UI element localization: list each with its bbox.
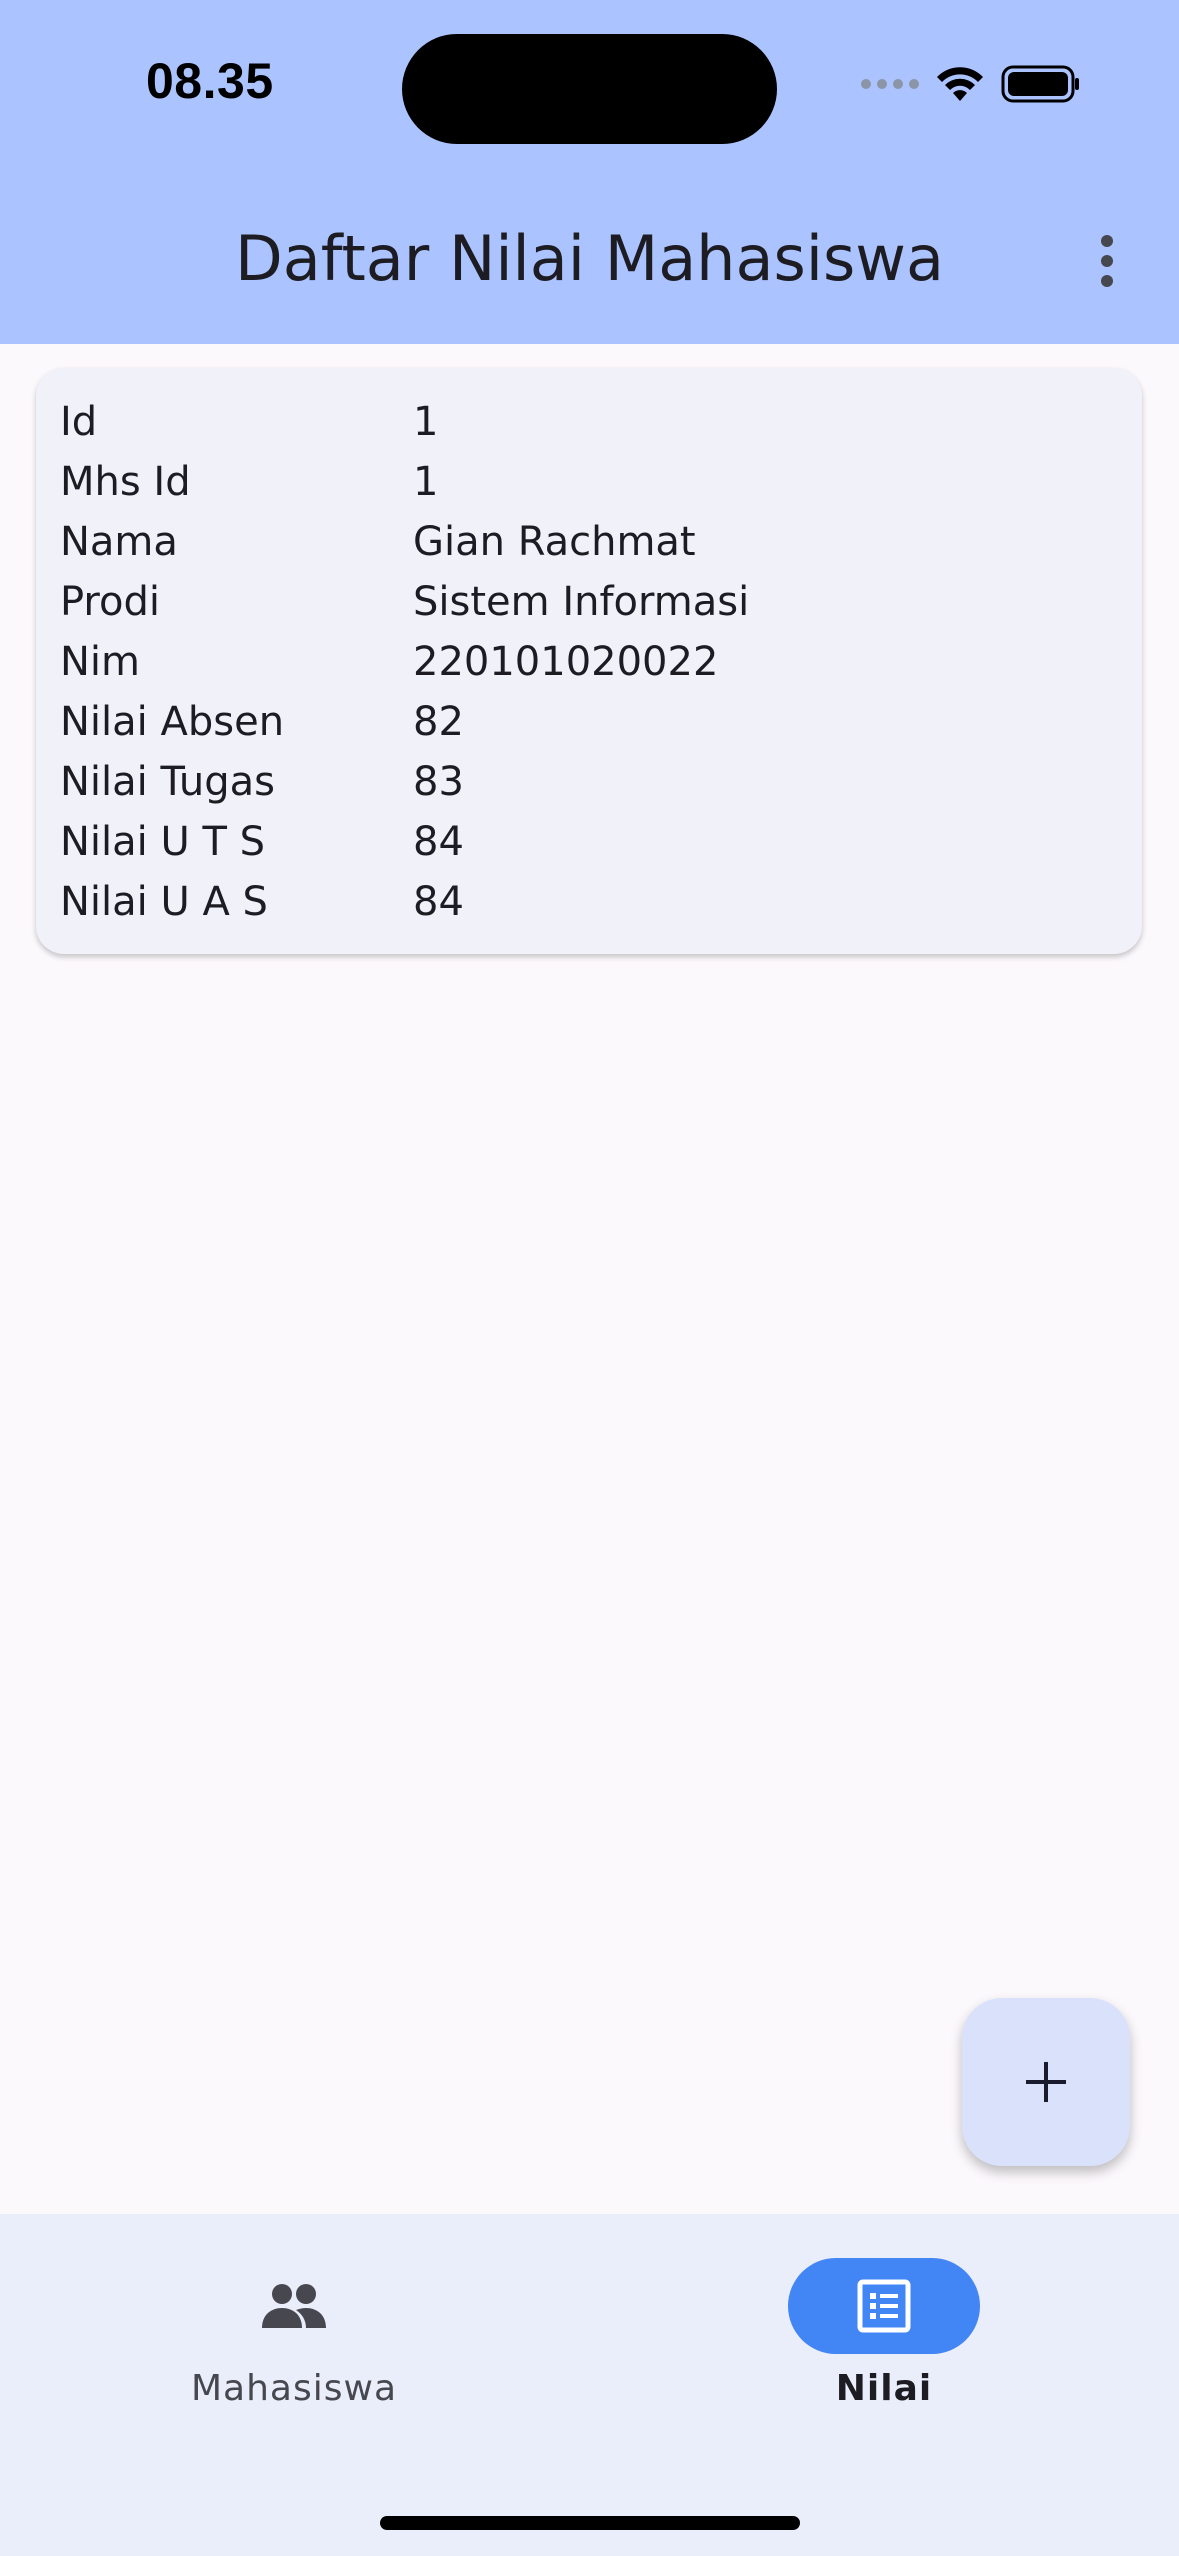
list-alt-icon <box>857 2279 911 2333</box>
row-value: Gian Rachmat <box>413 519 696 565</box>
row-nilai-absen: Nilai Absen 82 <box>60 692 464 752</box>
add-nilai-button[interactable] <box>962 1998 1130 2166</box>
nav-item-nilai[interactable]: Nilai <box>734 2258 1034 2409</box>
row-label: Nilai Tugas <box>60 759 275 805</box>
wifi-icon <box>937 67 983 101</box>
page-title: Daftar Nilai Mahasiswa <box>234 222 945 295</box>
row-label: Id <box>60 399 98 445</box>
row-value: 83 <box>413 759 464 805</box>
app-bar: 08.35 Daftar Nilai Mahasiswa <box>0 0 1179 344</box>
row-nilai-uas: Nilai U A S 84 <box>60 872 464 932</box>
row-value: Sistem Informasi <box>413 579 750 625</box>
row-label: Nim <box>60 639 140 685</box>
nav-pill-active <box>788 2258 980 2354</box>
row-label: Nilai U T S <box>60 819 266 865</box>
status-time: 08.35 <box>146 53 274 109</box>
row-label: Prodi <box>60 579 160 625</box>
nav-pill <box>198 2258 390 2354</box>
row-label: Nama <box>60 519 178 565</box>
home-indicator[interactable] <box>380 2516 800 2530</box>
row-value: 84 <box>413 819 464 865</box>
row-nama: Nama Gian Rachmat <box>60 512 696 572</box>
more-options-button[interactable] <box>1082 226 1132 296</box>
add-icon <box>1026 2062 1066 2102</box>
dynamic-island <box>402 34 777 144</box>
row-mhs-id: Mhs Id 1 <box>60 452 438 512</box>
bottom-navigation: Mahasiswa Nilai <box>0 2214 1179 2556</box>
row-label: Nilai Absen <box>60 699 285 745</box>
row-value: 1 <box>413 399 439 445</box>
nilai-card[interactable]: Id 1 Mhs Id 1 Nama Gian Rachmat Prodi Si… <box>36 368 1142 954</box>
nav-label-mahasiswa: Mahasiswa <box>190 2368 397 2409</box>
people-icon <box>262 2284 326 2328</box>
nav-label-nilai: Nilai <box>835 2368 933 2409</box>
row-nilai-uts: Nilai U T S 84 <box>60 812 464 872</box>
cellular-signal-icon <box>861 79 919 89</box>
row-value: 84 <box>413 879 464 925</box>
row-label: Nilai U A S <box>60 879 268 925</box>
row-value: 1 <box>413 459 439 505</box>
nav-item-mahasiswa[interactable]: Mahasiswa <box>144 2258 444 2409</box>
status-icons <box>861 64 1081 104</box>
row-value: 220101020022 <box>413 639 719 685</box>
row-value: 82 <box>413 699 464 745</box>
battery-icon <box>1001 65 1079 103</box>
row-nim: Nim 220101020022 <box>60 632 718 692</box>
row-nilai-tugas: Nilai Tugas 83 <box>60 752 464 812</box>
row-prodi: Prodi Sistem Informasi <box>60 572 749 632</box>
row-label: Mhs Id <box>60 459 191 505</box>
more-vert-icon <box>1101 235 1113 247</box>
row-id: Id 1 <box>60 392 438 452</box>
